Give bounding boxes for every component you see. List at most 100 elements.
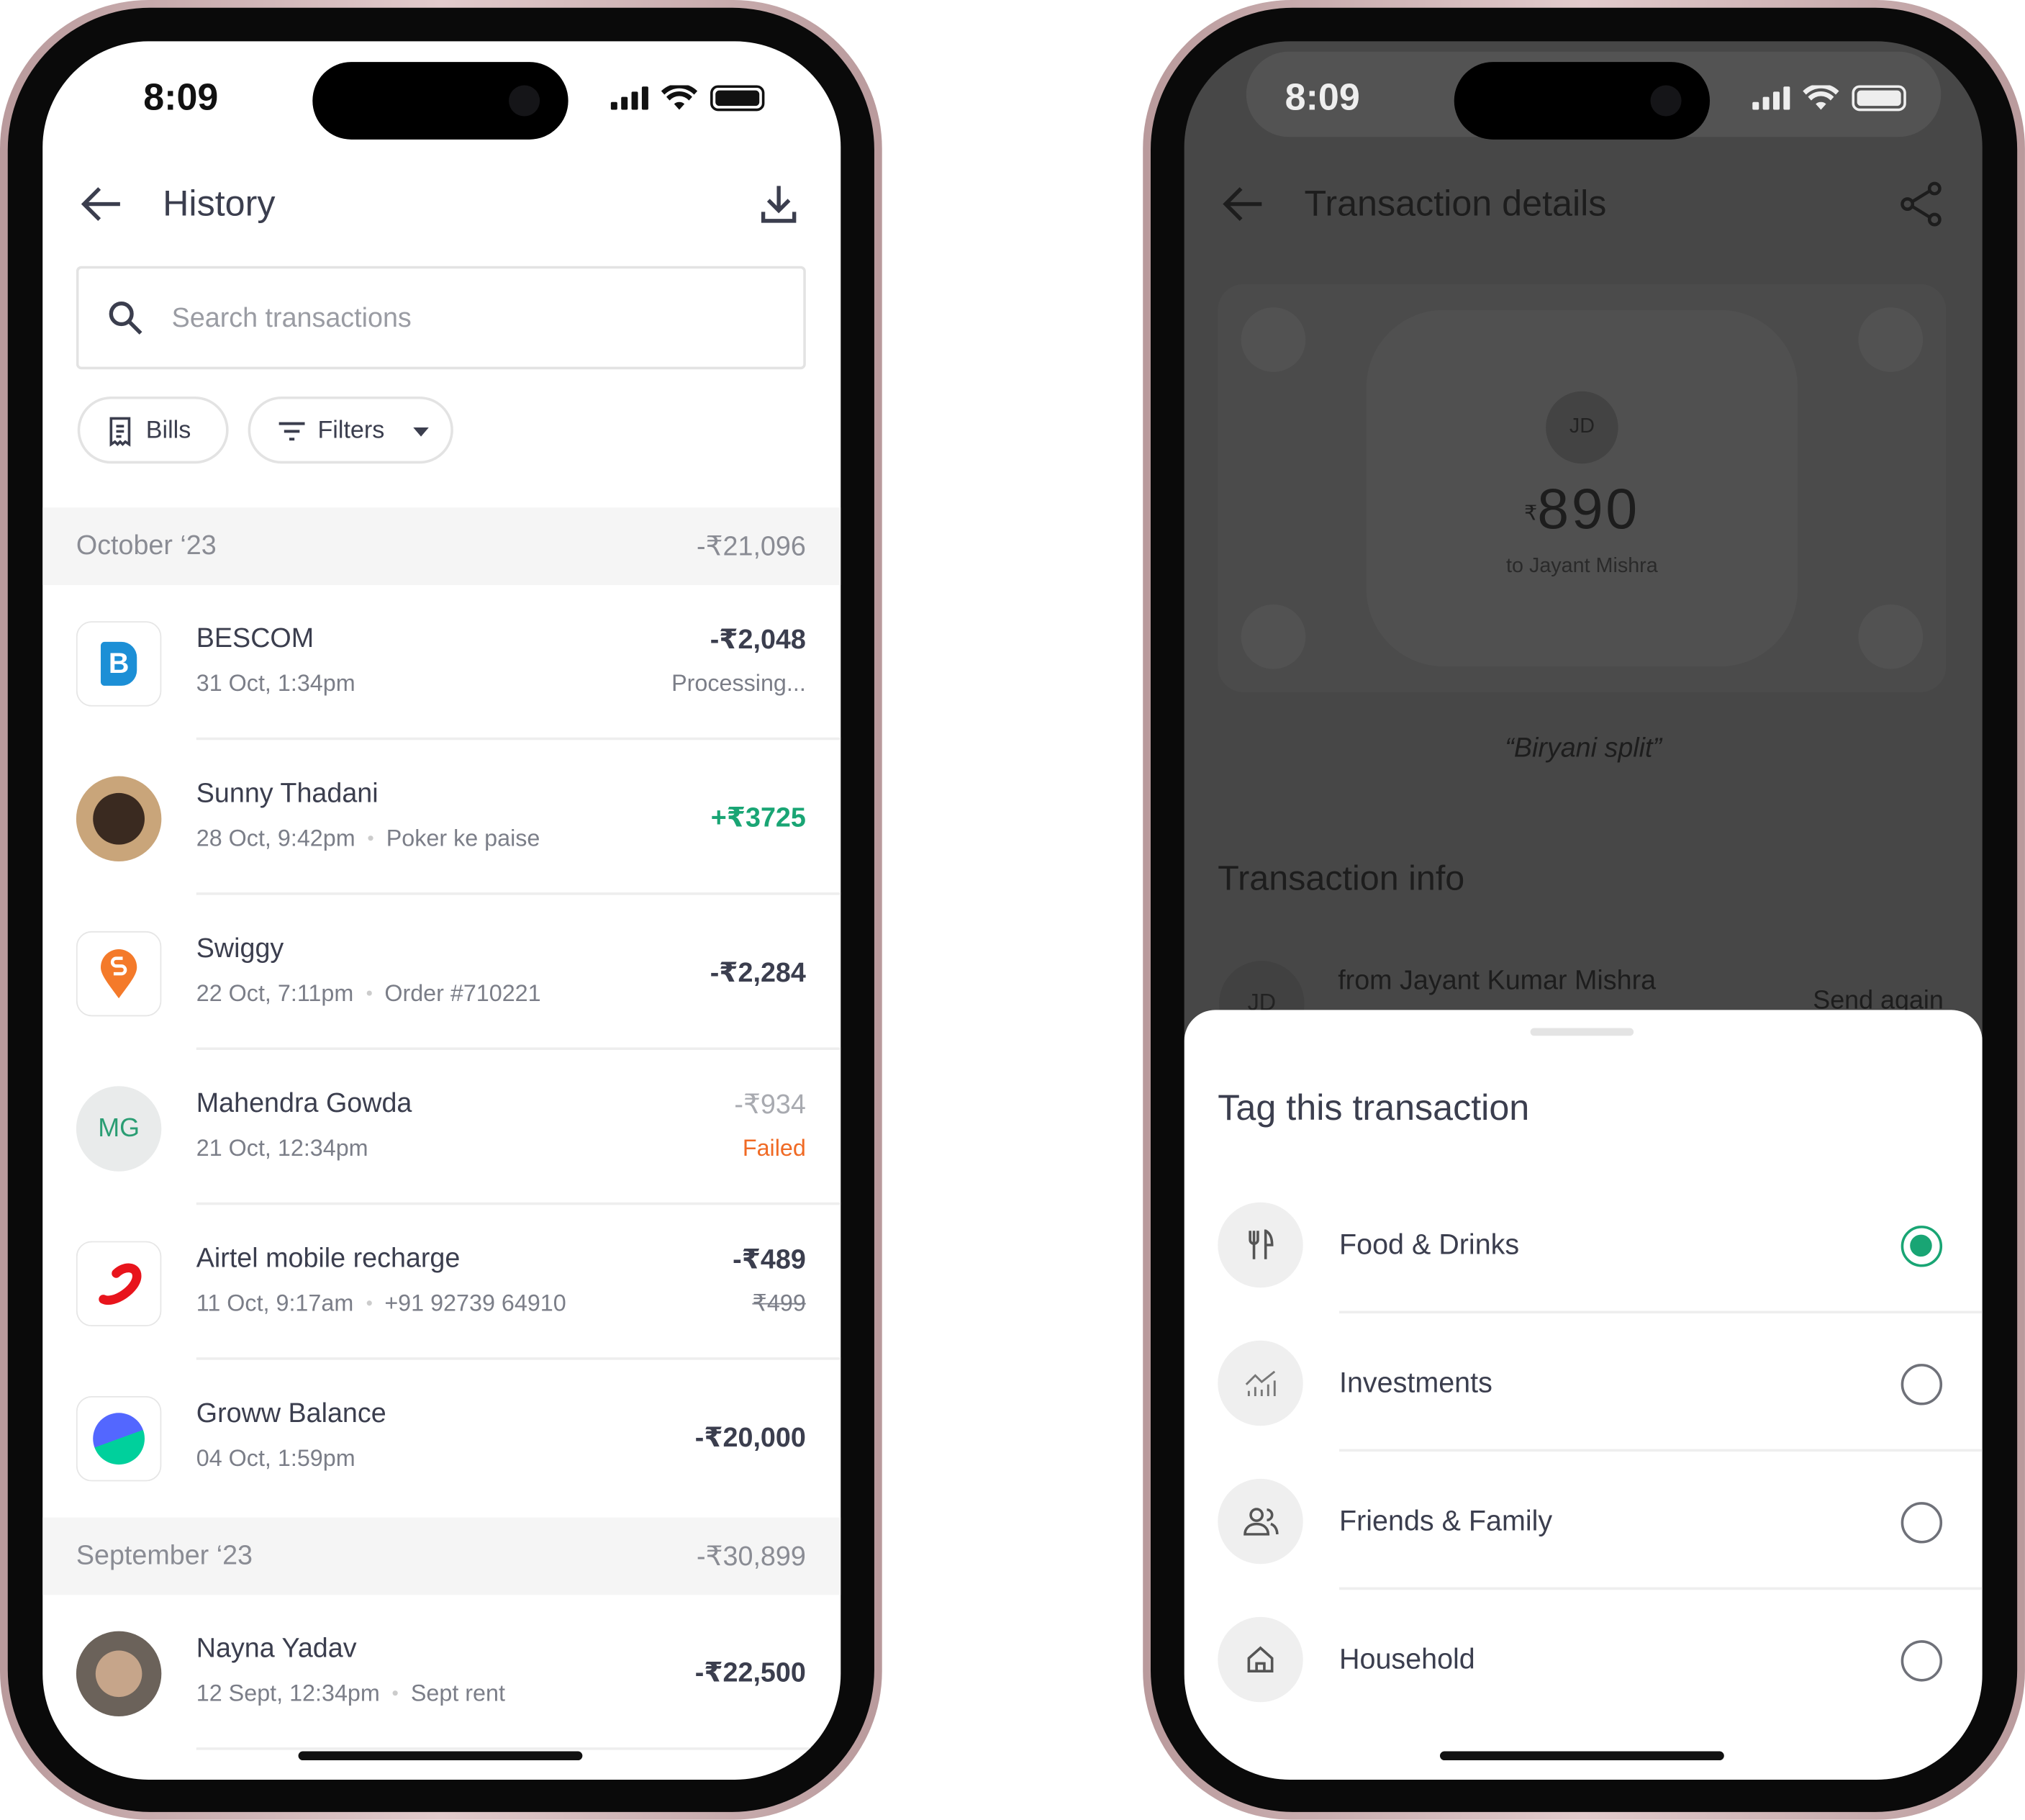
transaction-meta: 31 Oct, 1:34pm xyxy=(196,670,355,697)
share-icon[interactable] xyxy=(1900,181,1944,227)
transaction-amount: -₹22,500 xyxy=(694,1658,806,1688)
search-placeholder: Search transactions xyxy=(171,303,412,334)
download-icon[interactable] xyxy=(759,184,798,225)
wifi-icon xyxy=(1803,85,1839,110)
radio-unselected[interactable] xyxy=(1901,1640,1943,1682)
filters-label: Filters xyxy=(317,417,385,445)
home-indicator xyxy=(1439,1751,1724,1761)
status-badge: Processing... xyxy=(671,670,806,697)
tag-option-friends-family[interactable]: Friends & Family xyxy=(1184,1452,1983,1590)
transaction-amount: -₹489 xyxy=(733,1244,806,1275)
bescom-logo: B xyxy=(76,621,162,707)
tag-bottom-sheet: Tag this transaction Food & Drinks Inves… xyxy=(1184,1010,1983,1780)
tag-option-food-drinks[interactable]: Food & Drinks xyxy=(1184,1175,1983,1314)
transaction-row[interactable]: Groww Balance 04 Oct, 1:59pm -₹20,000 xyxy=(42,1360,841,1515)
transaction-name: Swiggy xyxy=(196,933,284,964)
groww-logo xyxy=(76,1395,162,1482)
transaction-meta: 12 Sept, 12:34pm Sept rent xyxy=(196,1680,505,1706)
back-arrow-icon[interactable] xyxy=(1223,186,1264,222)
transaction-amount: -₹20,000 xyxy=(694,1423,806,1453)
tag-option-household[interactable]: Household xyxy=(1184,1590,1983,1728)
from-label: from Jayant Kumar Mishra xyxy=(1338,966,1657,996)
status-time: 8:09 xyxy=(143,77,219,119)
transaction-meta: 11 Oct, 9:17am +91 92739 64910 xyxy=(196,1290,566,1316)
battery-icon xyxy=(1852,85,1906,112)
transaction-row[interactable]: Nayna Yadav 12 Sept, 12:34pm Sept rent -₹… xyxy=(42,1595,841,1750)
drag-handle[interactable] xyxy=(1530,1028,1634,1036)
airtel-logo xyxy=(76,1241,162,1327)
signal-icon xyxy=(610,86,648,110)
swiggy-logo xyxy=(76,931,162,1017)
transaction-name: Nayna Yadav xyxy=(196,1634,357,1664)
transaction-row[interactable]: Swiggy 22 Oct, 7:11pm Order #710221 -₹2,2… xyxy=(42,895,841,1051)
search-input[interactable]: Search transactions xyxy=(76,266,806,370)
transaction-row[interactable]: Sunny Thadani 28 Oct, 9:42pm Poker ke pai… xyxy=(42,740,841,895)
transaction-amount: +₹3725 xyxy=(710,803,806,833)
transaction-amount: -₹2,284 xyxy=(710,958,806,988)
tag-option-label: Household xyxy=(1339,1642,1475,1675)
sheet-title: Tag this transaction xyxy=(1218,1087,1530,1128)
wifi-icon xyxy=(661,85,698,110)
status-icons xyxy=(610,85,765,112)
status-time: 8:09 xyxy=(1285,77,1360,119)
receipt-icon xyxy=(109,417,131,447)
payment-card: JD ₹890 to Jayant Mishra xyxy=(1218,284,1947,692)
transaction-details-screen: 8:09 Transaction details JD ₹890 to Jaya… xyxy=(1184,41,1983,1780)
bills-chip[interactable]: Bills xyxy=(77,396,229,464)
transaction-amount: -₹934 xyxy=(734,1090,806,1120)
people-icon xyxy=(1858,604,1924,669)
filter-icon xyxy=(278,422,305,441)
people-icon xyxy=(1241,604,1306,669)
dynamic-island xyxy=(1454,62,1711,140)
transaction-row[interactable]: B BESCOM 31 Oct, 1:34pm -₹2,048 Processi… xyxy=(42,585,841,741)
search-icon xyxy=(109,302,142,335)
tag-option-label: Investments xyxy=(1339,1366,1492,1399)
bills-label: Bills xyxy=(145,417,191,445)
chart-icon xyxy=(1218,1340,1303,1426)
avatar xyxy=(76,1631,162,1717)
back-arrow-icon[interactable] xyxy=(81,186,122,222)
history-screen: 8:09 History Search transactions Bills F… xyxy=(42,41,841,1780)
divider xyxy=(196,1747,841,1750)
month-header: September ‘23 -₹30,899 xyxy=(42,1517,841,1595)
home-icon xyxy=(1218,1616,1303,1703)
amount: ₹890 xyxy=(1523,478,1640,541)
transaction-name: Airtel mobile recharge xyxy=(196,1244,461,1274)
original-price: ₹499 xyxy=(752,1290,806,1316)
transaction-meta: 04 Oct, 1:59pm xyxy=(196,1445,355,1472)
fork-knife-icon xyxy=(1218,1202,1303,1288)
filters-dropdown[interactable]: Filters xyxy=(248,396,453,464)
radio-unselected[interactable] xyxy=(1901,1502,1943,1544)
status-badge: Failed xyxy=(742,1135,806,1162)
people-icon xyxy=(1218,1478,1303,1565)
battery-icon xyxy=(710,85,765,112)
status-icons xyxy=(1752,85,1906,112)
avatar xyxy=(76,776,162,861)
avatar-initials: JD xyxy=(1546,391,1618,464)
month-header: October ‘23 -₹21,096 xyxy=(42,507,841,585)
radio-selected[interactable] xyxy=(1901,1226,1943,1267)
people-icon xyxy=(1858,307,1924,372)
radio-unselected[interactable] xyxy=(1901,1364,1943,1405)
transaction-name: BESCOM xyxy=(196,623,314,654)
page-title: Transaction details xyxy=(1304,183,1607,224)
transaction-meta: 21 Oct, 12:34pm xyxy=(196,1135,368,1162)
avatar-initials: MG xyxy=(76,1086,162,1172)
tag-option-investments[interactable]: Investments xyxy=(1184,1313,1983,1452)
home-indicator xyxy=(298,1751,583,1761)
recipient: to Jayant Mishra xyxy=(1506,555,1658,578)
dynamic-island xyxy=(312,62,568,140)
page-title: History xyxy=(163,183,276,224)
transaction-row[interactable]: MG Mahendra Gowda 21 Oct, 12:34pm -₹934 … xyxy=(42,1050,841,1205)
section-title: Transaction info xyxy=(1218,859,1465,898)
transaction-meta: 28 Oct, 9:42pm Poker ke paise xyxy=(196,825,540,851)
tag-option-label: Friends & Family xyxy=(1339,1504,1553,1537)
transaction-name: Sunny Thadani xyxy=(196,779,379,809)
transaction-meta: 22 Oct, 7:11pm Order #710221 xyxy=(196,980,541,1006)
people-icon xyxy=(1241,307,1306,372)
signal-icon xyxy=(1752,86,1790,110)
transaction-note: “Biryani split” xyxy=(1505,733,1662,764)
transaction-row[interactable]: Airtel mobile recharge 11 Oct, 9:17am +91… xyxy=(42,1205,841,1360)
transaction-name: Groww Balance xyxy=(196,1398,386,1429)
transaction-amount: -₹2,048 xyxy=(710,625,806,655)
